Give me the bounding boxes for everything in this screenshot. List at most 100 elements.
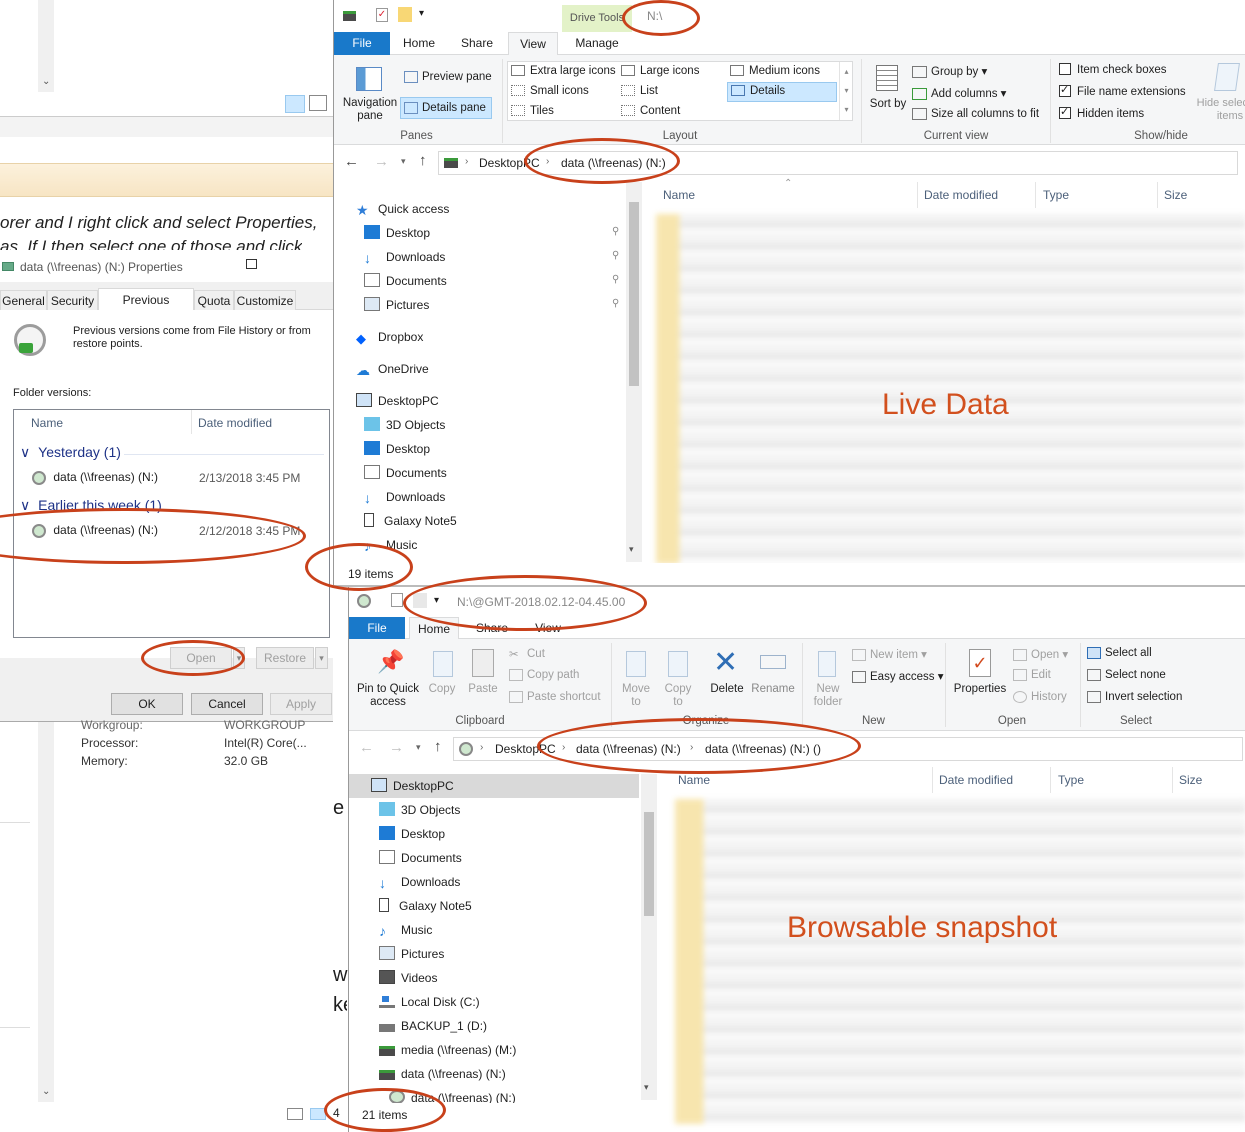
pin-icon[interactable]: ⚲ [612, 298, 619, 309]
breadcrumb-snapshot[interactable]: data (\\freenas) (N:) () [705, 742, 821, 756]
tab-quota[interactable]: Quota [194, 290, 234, 310]
pin-icon[interactable]: ⚲ [612, 274, 619, 285]
add-columns-button[interactable]: Add columns ▾ [912, 86, 1006, 100]
file-extensions-toggle[interactable]: File name extensions [1059, 83, 1186, 98]
nav-item-pictures[interactable]: Pictures [379, 943, 444, 965]
nav-scrollbar[interactable]: ▾ [626, 182, 642, 562]
invert-selection-button[interactable]: Invert selection [1087, 691, 1182, 703]
copy-path-button[interactable]: Copy path [509, 669, 579, 681]
recent-dropdown-icon[interactable]: ▾ [416, 742, 421, 753]
chevron-down-icon[interactable]: ▾ [629, 544, 634, 555]
chevron-down-icon[interactable]: ▾ [315, 647, 328, 669]
large-icons-view-icon[interactable] [310, 1108, 326, 1120]
select-none-button[interactable]: Select none [1087, 669, 1166, 681]
qat-dropdown-icon[interactable]: ▾ [419, 8, 424, 19]
recent-dropdown-icon[interactable]: ▾ [401, 156, 406, 167]
properties-button[interactable]: ✓ Properties [951, 647, 1009, 713]
tab-security[interactable]: Security [47, 290, 98, 310]
nav-item-documents[interactable]: Documents [364, 270, 447, 292]
breadcrumb-desktoppc[interactable]: DesktopPC [495, 742, 556, 756]
col-date[interactable]: Date modified [924, 188, 998, 202]
pin-quick-access-button[interactable]: 📌 Pin to Quick access [353, 647, 423, 711]
history-button[interactable]: History [1013, 691, 1067, 703]
layout-medium-icons[interactable]: Medium icons [730, 65, 820, 77]
copy-button[interactable]: Copy [425, 647, 459, 711]
nav-item-music[interactable]: ♪ Music [364, 534, 417, 552]
col-type[interactable]: Type [1043, 188, 1069, 202]
pin-icon[interactable]: ⚲ [612, 226, 619, 237]
ok-button[interactable]: OK [111, 693, 183, 715]
back-arrow-icon[interactable]: ← [359, 739, 374, 756]
nav-item-galaxy-note5[interactable]: Galaxy Note5 [364, 510, 457, 532]
rename-button[interactable]: Rename [751, 647, 795, 713]
tab-previous-versions[interactable]: Previous Versions [98, 288, 194, 329]
nav-item-data-n[interactable]: data (\\freenas) (N:) [379, 1063, 506, 1085]
item-check-boxes-toggle[interactable]: Item check boxes [1059, 63, 1166, 76]
size-all-columns-button[interactable]: Size all columns to fit [912, 108, 1039, 120]
scroll-thumb[interactable] [629, 202, 639, 386]
nav-item-media-m[interactable]: media (\\freenas) (M:) [379, 1039, 516, 1061]
nav-item-desktoppc[interactable]: DesktopPC [371, 775, 454, 797]
nav-item-videos[interactable]: Videos [379, 967, 437, 989]
nav-item-backup-d[interactable]: BACKUP_1 (D:) [379, 1015, 487, 1037]
col-name[interactable]: Name [678, 773, 710, 787]
copy-to-button[interactable]: Copy to [659, 647, 697, 713]
tab-manage[interactable]: Manage [566, 32, 628, 55]
nav-item-documents[interactable]: Documents [379, 847, 462, 869]
nav-scrollbar[interactable]: ▾ [641, 774, 657, 1100]
nav-item-pictures[interactable]: Pictures [364, 294, 429, 316]
forward-arrow-icon[interactable]: → [389, 739, 404, 756]
list-item[interactable]: data (\\freenas) (N:) 2/13/2018 3:45 PM [32, 470, 322, 488]
nav-item-downloads[interactable]: ↓ Downloads [364, 246, 445, 268]
new-folder-button[interactable]: New folder [809, 647, 847, 713]
layout-content[interactable]: Content [621, 105, 680, 117]
nav-item-desktop[interactable]: Desktop [379, 823, 445, 845]
nav-item-desktop[interactable]: Desktop [364, 438, 430, 460]
hide-selected-button[interactable]: Hide selected items [1190, 61, 1245, 125]
layout-details[interactable]: Details [727, 82, 837, 102]
new-item-button[interactable]: New item ▾ [852, 647, 927, 661]
cut-button[interactable]: ✂ Cut [509, 647, 545, 661]
hidden-items-toggle[interactable]: Hidden items [1059, 105, 1144, 120]
window-restore-icon[interactable] [246, 259, 257, 269]
tab-general[interactable]: General [0, 290, 47, 310]
paste-button[interactable]: Paste [465, 647, 501, 711]
hidden-items-checkbox[interactable] [1059, 105, 1071, 119]
nav-item-3d-objects[interactable]: 3D Objects [364, 414, 445, 436]
gallery-scrollbar[interactable]: ▴ ▾ ▾ [839, 62, 853, 120]
up-arrow-icon[interactable]: ↑ [434, 738, 442, 755]
group-by-button[interactable]: Group by ▾ [912, 64, 987, 78]
back-arrow-icon[interactable]: ← [344, 153, 359, 170]
col-size[interactable]: Size [1179, 773, 1202, 787]
details-view-icon[interactable] [285, 95, 305, 113]
layout-tiles[interactable]: Tiles [511, 105, 554, 117]
item-check-boxes-checkbox[interactable] [1059, 63, 1071, 75]
qat-dropdown-icon[interactable]: ▾ [434, 595, 439, 606]
list-item[interactable]: data (\\freenas) (N:) 2/12/2018 3:45 PM [32, 523, 322, 541]
move-to-button[interactable]: Move to [617, 647, 655, 713]
open-button[interactable]: Open [170, 647, 232, 669]
group-yesterday[interactable]: ∨ Yesterday (1) [20, 444, 121, 461]
nav-item-downloads[interactable]: ↓ Downloads [364, 486, 445, 508]
nav-item-downloads[interactable]: ↓ Downloads [379, 871, 460, 893]
apply-button[interactable]: Apply [270, 693, 332, 715]
col-date-header[interactable]: Date modified [198, 416, 272, 430]
properties-qat-icon[interactable] [391, 593, 403, 607]
nav-item-onedrive[interactable]: ☁ OneDrive [356, 358, 429, 380]
tab-home[interactable]: Home [394, 32, 444, 55]
breadcrumb-data-n[interactable]: data (\\freenas) (N:) [561, 156, 666, 170]
sort-by-button[interactable]: Sort by [868, 63, 908, 125]
nav-item-local-disk-c[interactable]: Local Disk (C:) [379, 991, 480, 1013]
preview-pane-button[interactable]: Preview pane [404, 71, 492, 83]
up-arrow-icon[interactable]: ↑ [419, 152, 427, 169]
file-extensions-checkbox[interactable] [1059, 83, 1071, 97]
open-button[interactable]: Open ▾ [1013, 647, 1068, 661]
new-folder-qat-icon[interactable] [398, 7, 412, 22]
pin-icon[interactable]: ⚲ [612, 250, 619, 261]
tab-share[interactable]: Share [452, 32, 502, 55]
bg-scrollbar[interactable] [38, 722, 54, 1102]
easy-access-button[interactable]: Easy access ▾ [852, 669, 944, 683]
tab-view[interactable]: View [508, 32, 558, 56]
tab-file[interactable]: File [349, 617, 405, 639]
nav-item-galaxy-note5[interactable]: Galaxy Note5 [379, 895, 472, 917]
